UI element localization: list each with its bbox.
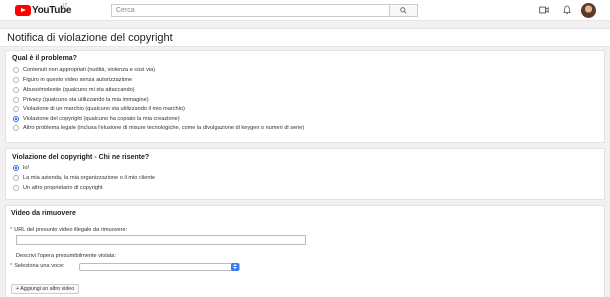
- add-video-button[interactable]: + Aggiungi un altro video: [11, 284, 80, 294]
- victim-section: Violazione del copyright - Chi ne risent…: [5, 148, 605, 200]
- search-icon: [400, 7, 407, 14]
- radio-button[interactable]: [13, 175, 19, 181]
- notifications-button[interactable]: [562, 5, 572, 15]
- problem-option[interactable]: Contenuti non appropriati (nudità, viole…: [13, 66, 155, 74]
- page-title: Notifica di violazione del copyright: [7, 32, 173, 44]
- victim-option-selected[interactable]: Io!: [13, 164, 29, 172]
- problem-section-title: Qual è il problema?: [12, 55, 77, 62]
- upload-button[interactable]: [539, 5, 549, 15]
- video-url-input[interactable]: [16, 235, 306, 245]
- victim-option[interactable]: Un altro proprietario di copyright: [13, 184, 103, 192]
- select-arrows-icon: [231, 263, 239, 271]
- required-marker: *: [10, 263, 13, 269]
- video-section: [5, 205, 605, 297]
- radio-button[interactable]: [13, 67, 19, 73]
- url-label: * URL del presunto video illegale da rimu…: [10, 227, 128, 233]
- avatar[interactable]: [581, 3, 596, 18]
- video-camera-icon: [539, 6, 549, 14]
- radio-button[interactable]: [13, 77, 19, 83]
- problem-option[interactable]: Figuro in questo video senza autorizzazi…: [13, 76, 132, 84]
- select-label: * Seleziona una voce:: [10, 263, 65, 269]
- problem-option-selected[interactable]: Violazione del copyright (qualcuno ha co…: [13, 115, 180, 123]
- logo-region: IT: [63, 3, 68, 9]
- top-bar: YouTube IT: [0, 0, 610, 21]
- radio-button-selected[interactable]: [13, 116, 19, 122]
- radio-button[interactable]: [13, 185, 19, 191]
- radio-button[interactable]: [13, 125, 19, 131]
- radio-button-selected[interactable]: [13, 165, 19, 171]
- problem-section: Qual è il problema? Contenuti non approp…: [5, 50, 605, 143]
- problem-option[interactable]: Abuso/molestie (qualcuno mi sta attaccan…: [13, 86, 135, 94]
- problem-option[interactable]: Violazione di un marchio (qualcuno sta u…: [13, 105, 185, 113]
- problem-option[interactable]: Altro problema legale (inclusa l'elusion…: [13, 124, 304, 132]
- radio-button[interactable]: [13, 87, 19, 93]
- video-section-title: Video da rimuovere: [11, 210, 76, 217]
- search-input[interactable]: [112, 5, 389, 16]
- victim-section-title: Violazione del copyright - Chi ne risent…: [12, 154, 150, 161]
- describe-label: Descrivi l'opera presumibilmente violata…: [16, 253, 116, 259]
- bell-icon: [563, 5, 571, 15]
- problem-option[interactable]: Privacy (qualcuno sta utilizzando la mia…: [13, 96, 149, 104]
- youtube-logo[interactable]: YouTube IT: [15, 3, 72, 17]
- page-title-bar: Notifica di violazione del copyright: [0, 28, 610, 47]
- radio-button[interactable]: [13, 106, 19, 112]
- play-logo-icon: [15, 5, 31, 16]
- search-button[interactable]: [389, 5, 417, 16]
- work-type-select[interactable]: [79, 263, 240, 271]
- search-box: [111, 4, 418, 17]
- required-marker: *: [10, 227, 13, 233]
- radio-button[interactable]: [13, 97, 19, 103]
- victim-option[interactable]: La mia azienda, la mia organizzazione o …: [13, 174, 155, 182]
